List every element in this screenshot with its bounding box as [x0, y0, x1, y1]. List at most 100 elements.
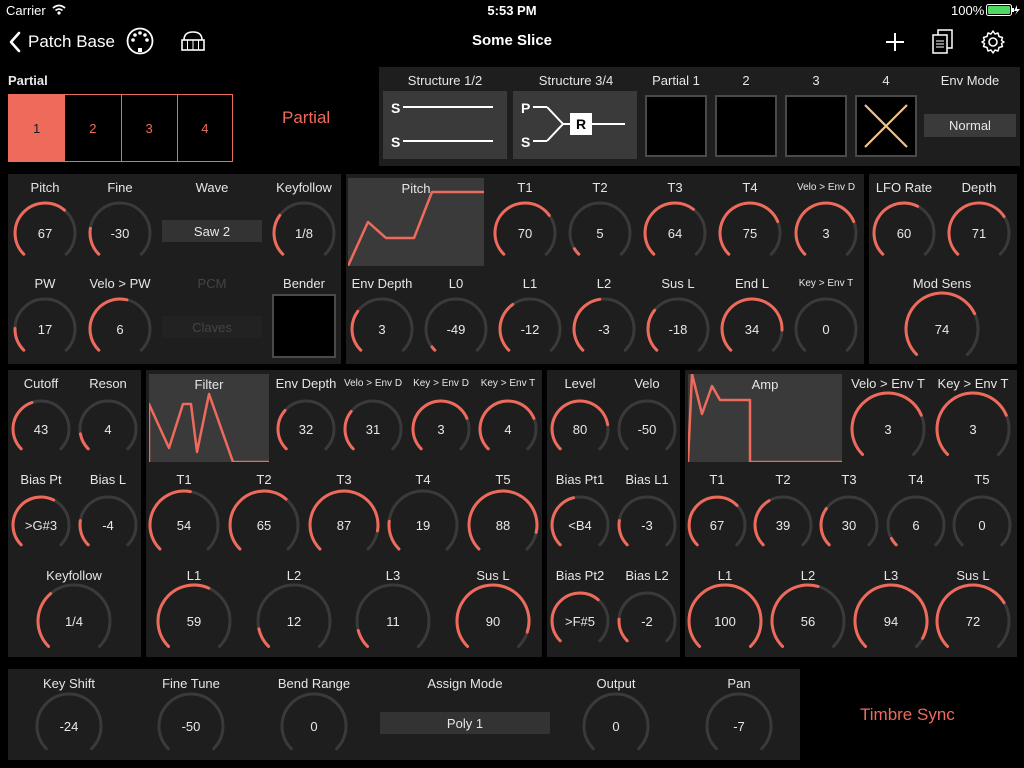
amp-t5-knob[interactable]: 0	[952, 495, 1012, 555]
filter-bias-pt-knob[interactable]: >G#3	[11, 495, 71, 555]
filter-key-env-t-knob[interactable]: 4	[478, 399, 538, 459]
structure-34-button[interactable]: P S R	[513, 91, 637, 159]
filter-t2-knob[interactable]: 65	[228, 489, 300, 561]
pitch-key-env-t-knob[interactable]: 0	[794, 297, 858, 361]
pw-knob[interactable]: 17	[13, 297, 77, 361]
bender-toggle[interactable]	[272, 294, 336, 358]
pitch-knob[interactable]: 67	[13, 201, 77, 265]
pitch-l1-knob[interactable]: -12	[498, 297, 562, 361]
pan-knob[interactable]: -7	[705, 692, 773, 760]
amp-l3-knob[interactable]: 94	[853, 583, 929, 659]
lfo-mod-sens-knob[interactable]: 74	[904, 291, 980, 367]
battery-percent: 100%	[951, 3, 985, 18]
bend-range-knob[interactable]: 0	[280, 692, 348, 760]
filter-velo-env-knob[interactable]: 31	[343, 399, 403, 459]
fine-knob[interactable]: -30	[88, 201, 152, 265]
partial-mute-label-4: 4	[882, 73, 890, 88]
key-shift-knob[interactable]: -24	[35, 692, 103, 760]
amp-envelope-graph[interactable]: Amp	[688, 374, 842, 462]
amp-t2-knob[interactable]: 39	[753, 495, 813, 555]
pitch-l0-value: -49	[446, 321, 466, 337]
pan-label: Pan	[727, 676, 751, 691]
filter-t4-knob[interactable]: 19	[387, 489, 459, 561]
pitch-t3-knob[interactable]: 64	[643, 201, 707, 265]
copy-document-icon[interactable]	[932, 29, 954, 55]
structure-34-letter-1: P	[521, 100, 531, 116]
filter-sus-l-value: 90	[485, 613, 501, 629]
filter-l2-knob[interactable]: 12	[256, 583, 332, 659]
reson-knob[interactable]: 4	[78, 399, 138, 459]
pitch-envelope-graph[interactable]: Pitch	[348, 178, 484, 266]
amp-velo-value: -50	[637, 421, 657, 437]
pitch-env-depth-knob[interactable]: 3	[350, 297, 414, 361]
lfo-depth-knob[interactable]: 71	[947, 201, 1011, 265]
add-icon[interactable]	[884, 31, 906, 53]
filter-t1-knob[interactable]: 54	[148, 489, 220, 561]
filter-t5-knob[interactable]: 88	[467, 489, 539, 561]
battery-icon	[986, 4, 1020, 16]
pitch-t1-knob[interactable]: 70	[493, 201, 557, 265]
filter-keyfollow-label: Keyfollow	[46, 568, 102, 583]
wave-selector[interactable]: Saw 2	[162, 220, 262, 242]
gear-icon[interactable]	[980, 29, 1006, 55]
fine-tune-knob[interactable]: -50	[157, 692, 225, 760]
structure-12-letter-1: S	[391, 100, 401, 116]
filter-envelope-graph[interactable]: Filter	[149, 374, 269, 462]
pitch-sus-l-knob[interactable]: -18	[646, 297, 710, 361]
amp-t3-knob[interactable]: 30	[819, 495, 879, 555]
amp-bias-pt2-knob[interactable]: >F#5	[550, 591, 610, 651]
partial-mute-toggle-4[interactable]	[855, 95, 917, 157]
lfo-rate-knob[interactable]: 60	[872, 201, 936, 265]
cutoff-knob[interactable]: 43	[11, 399, 71, 459]
partial-tab-1[interactable]: 1	[8, 94, 66, 162]
partial-tab-2[interactable]: 2	[64, 94, 122, 162]
pitch-t2-knob[interactable]: 5	[568, 201, 632, 265]
amp-velo-knob[interactable]: -50	[617, 399, 677, 459]
amp-l1-knob[interactable]: 100	[687, 583, 763, 659]
amp-level-knob[interactable]: 80	[550, 399, 610, 459]
lfo-mod-sens-label: Mod Sens	[912, 276, 972, 291]
filter-sus-l-label: Sus L	[476, 568, 510, 583]
structure-12-button[interactable]: S S	[383, 91, 507, 159]
amp-l2-knob[interactable]: 56	[770, 583, 846, 659]
filter-keyfollow-knob[interactable]: 1/4	[36, 583, 112, 659]
output-knob[interactable]: 0	[582, 692, 650, 760]
pitch-t2-value: 5	[596, 225, 604, 241]
amp-bias-l1-knob[interactable]: -3	[617, 495, 677, 555]
partial-mute-toggle-1[interactable]	[645, 95, 707, 157]
env-mode-selector[interactable]: Normal	[924, 114, 1016, 137]
pitch-t4-knob[interactable]: 75	[718, 201, 782, 265]
amp-bias-pt1-knob[interactable]: <B4	[550, 495, 610, 555]
filter-key-env-d-knob[interactable]: 3	[411, 399, 471, 459]
amp-t1-knob[interactable]: 67	[687, 495, 747, 555]
pitch-end-l-knob[interactable]: 34	[720, 297, 784, 361]
assign-mode-selector[interactable]: Poly 1	[380, 712, 550, 734]
filter-t2-value: 65	[256, 517, 272, 533]
amp-t4-knob[interactable]: 6	[886, 495, 946, 555]
filter-bias-l-knob[interactable]: -4	[78, 495, 138, 555]
partial-tab-3[interactable]: 3	[120, 94, 178, 162]
pitch-value: 67	[37, 225, 53, 241]
pcm-label: PCM	[197, 276, 227, 291]
filter-sus-l-knob[interactable]: 90	[455, 583, 531, 659]
amp-velo-env-t-knob[interactable]: 3	[850, 391, 926, 467]
amp-bias-l2-knob[interactable]: -2	[617, 591, 677, 651]
bend-range-value: 0	[310, 718, 318, 734]
filter-l1-value: 59	[186, 613, 202, 629]
velo-pw-knob[interactable]: 6	[88, 297, 152, 361]
filter-l3-knob[interactable]: 11	[355, 583, 431, 659]
amp-key-env-t-knob[interactable]: 3	[935, 391, 1011, 467]
filter-l1-knob[interactable]: 59	[156, 583, 232, 659]
partial-mute-toggle-2[interactable]	[715, 95, 777, 157]
filter-t3-knob[interactable]: 87	[308, 489, 380, 561]
pitch-t1-value: 70	[517, 225, 533, 241]
pitch-l2-knob[interactable]: -3	[572, 297, 636, 361]
pitch-velo-env-knob[interactable]: 3	[794, 201, 858, 265]
amp-sus-l-knob[interactable]: 72	[935, 583, 1011, 659]
partial-mute-toggle-3[interactable]	[785, 95, 847, 157]
partial-tab-4[interactable]: 4	[176, 94, 233, 162]
keyfollow-knob[interactable]: 1/8	[272, 201, 336, 265]
timbre-sync-button[interactable]: Timbre Sync	[860, 705, 955, 725]
pitch-l0-knob[interactable]: -49	[424, 297, 488, 361]
filter-env-depth-knob[interactable]: 32	[276, 399, 336, 459]
